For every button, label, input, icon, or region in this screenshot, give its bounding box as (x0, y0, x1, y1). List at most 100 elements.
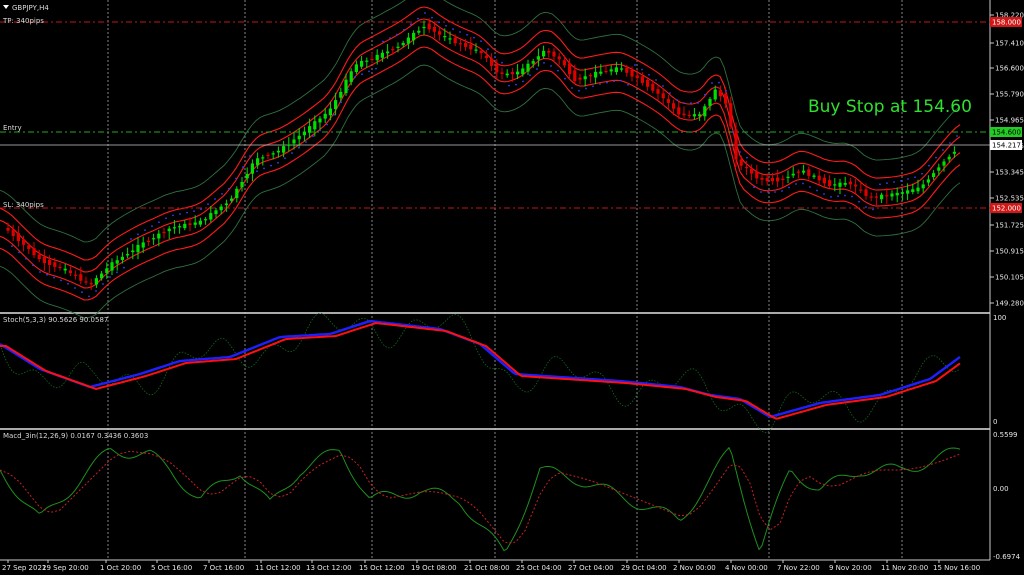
psar-dot (179, 213, 181, 215)
bull-candle (890, 193, 894, 197)
time-tick: 4 Nov 00:00 (725, 564, 768, 572)
psar-dot (95, 290, 97, 292)
bull-candle (183, 223, 187, 229)
bull-candle (516, 71, 520, 75)
psar-dot (774, 191, 776, 193)
psar-dot (543, 61, 545, 64)
time-tick: 7 Nov 22:00 (777, 564, 820, 572)
bear-candle (438, 31, 442, 35)
psar-dot (753, 186, 755, 189)
buy-stop-annotation: Buy Stop at 154.60 (808, 97, 972, 117)
psar-dot (935, 156, 937, 159)
bull-candle (344, 79, 348, 94)
bull-candle (245, 173, 249, 179)
price-tick: 149.280 (995, 300, 1024, 308)
bull-candle (802, 170, 806, 173)
bear-candle (822, 177, 826, 184)
bull-candle (521, 68, 525, 75)
psar-dot (284, 157, 286, 160)
bear-candle (484, 55, 488, 58)
psar-dot (102, 283, 104, 285)
bear-candle (370, 58, 374, 61)
psar-dot (46, 273, 48, 276)
bear-candle (557, 56, 561, 60)
bull-candle (360, 60, 364, 67)
psar-dot (270, 164, 272, 167)
psar-dot (662, 85, 664, 87)
bull-candle (926, 179, 930, 183)
time-tick: 21 Oct 08:00 (464, 564, 510, 572)
psar-dot (858, 200, 860, 203)
psar-dot (515, 83, 517, 86)
psar-dot (256, 170, 258, 173)
psar-dot (732, 131, 734, 134)
bull-candle (542, 50, 546, 57)
bear-candle (391, 49, 395, 51)
bear-candle (432, 27, 436, 32)
psar-dot (466, 33, 468, 36)
time-tick: 9 Nov 20:00 (829, 564, 872, 572)
bull-candle (401, 42, 405, 46)
psar-dot (18, 251, 20, 254)
bull-candle (713, 89, 717, 100)
psar-dot (599, 83, 601, 85)
psar-dot (319, 129, 321, 132)
bull-candle (406, 37, 410, 44)
bull-candle (313, 121, 317, 130)
psar-dot (508, 84, 510, 87)
bear-candle (11, 229, 15, 237)
psar-dot (396, 33, 398, 36)
bear-candle (848, 181, 852, 185)
bear-candle (479, 50, 483, 54)
psar-dot (907, 178, 909, 180)
bear-candle (37, 254, 41, 260)
bull-candle (412, 32, 416, 41)
psar-dot (137, 233, 139, 236)
psar-dot (865, 206, 867, 208)
psar-dot (613, 80, 615, 83)
psar-dot (837, 195, 839, 198)
bull-candle (422, 26, 426, 29)
psar-dot (459, 31, 461, 33)
bear-candle (760, 177, 764, 180)
psar-dot (123, 266, 125, 269)
psar-dot (893, 181, 895, 183)
bear-candle (724, 93, 728, 104)
bear-candle (427, 23, 431, 30)
bull-candle (271, 153, 275, 155)
psar-dot (571, 87, 573, 89)
psar-dot (130, 238, 132, 240)
psar-dot (725, 89, 727, 92)
trading-chart[interactable]: 1000 0.55990.00-0.6974 158.220157.410156… (0, 0, 1024, 575)
psar-dot (200, 208, 202, 211)
bull-candle (287, 144, 291, 146)
symbol-label: GBPJPY,H4 (12, 4, 49, 12)
psar-dot (606, 81, 608, 84)
psar-dot (718, 81, 720, 84)
bull-candle (526, 63, 530, 72)
bull-candle (900, 192, 904, 194)
psar-dot (333, 113, 335, 116)
bear-candle (458, 43, 462, 45)
bull-candle (708, 98, 712, 106)
price-tick: 151.725 (995, 222, 1024, 230)
psar-dot (235, 177, 237, 180)
psar-dot (578, 89, 580, 92)
entry-price-tag: 154.600 (992, 129, 1021, 137)
psar-dot (634, 64, 636, 66)
bull-candle (100, 273, 104, 279)
bull-candle (380, 52, 384, 58)
bear-candle (500, 72, 504, 74)
bull-candle (791, 173, 795, 176)
psar-dot (354, 76, 356, 78)
time-tick: 29 Sep 20:00 (42, 564, 89, 572)
psar-dot (956, 135, 958, 137)
bear-candle (162, 231, 166, 234)
psar-dot (683, 102, 685, 104)
bear-candle (588, 75, 592, 77)
bear-candle (765, 177, 769, 182)
psar-dot (697, 102, 699, 104)
bear-candle (739, 159, 743, 166)
psar-dot (592, 85, 594, 88)
bull-candle (240, 181, 244, 188)
